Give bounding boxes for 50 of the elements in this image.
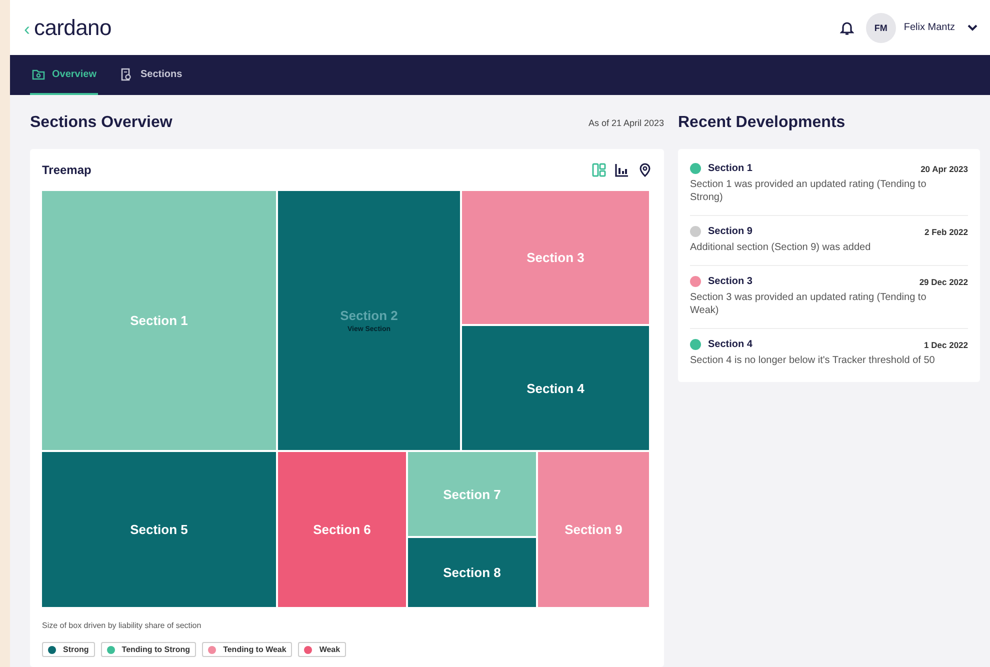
section-title: Sections Overview (30, 114, 172, 132)
treemap-tile[interactable]: Section 3 (462, 191, 649, 324)
treemap-tile[interactable]: Section 1 (42, 191, 276, 450)
card-title: Treemap (42, 163, 92, 177)
event-date: 1 Dec 2022 (924, 340, 968, 350)
back-button[interactable]: ‹ (24, 18, 30, 40)
legend-label: Tending to Weak (223, 645, 286, 654)
legend-label: Tending to Strong (122, 645, 190, 654)
tile-label: Section 9 (564, 522, 622, 537)
tile-label: Section 4 (526, 380, 584, 396)
tile-label: Section 1 (130, 313, 188, 328)
event-text: Section 1 was provided an updated rating (Tending to Strong) (690, 178, 928, 204)
tile-label: Section 5 (130, 522, 188, 537)
nav-tab[interactable]: Sections (118, 55, 184, 95)
as-of-date: As of 21 April 2023 (588, 118, 664, 128)
treemap-tile[interactable]: Section 5 (42, 452, 276, 607)
treemap-tile[interactable]: Section 4 (462, 326, 649, 450)
tile-label: Section 2 (340, 308, 398, 323)
legend-label: Weak (319, 645, 340, 654)
event-date: 29 Dec 2022 (919, 276, 968, 286)
treemap-tile[interactable]: Section 8 (408, 538, 536, 607)
tile-label: Section 3 (526, 250, 584, 265)
panel-title: Recent Developments (678, 113, 846, 133)
logo: cardano (34, 14, 112, 40)
treemap-note: Size of box driven by liability share of section (42, 621, 202, 630)
event-section: Section 3 (708, 276, 912, 287)
map-pin-icon[interactable] (638, 163, 652, 177)
event-text: Additional section (Section 9) was added (690, 241, 872, 254)
event-date: 20 Apr 2023 (920, 164, 968, 174)
tile-label: Section 6 (313, 522, 371, 537)
nav-tab[interactable]: Overview (30, 55, 98, 95)
chevron-down-icon (967, 24, 978, 32)
event-section: Section 4 (708, 339, 918, 350)
document-icon (120, 68, 134, 80)
treemap-tile[interactable]: Section 9 (538, 452, 649, 607)
bell-icon[interactable] (840, 20, 854, 36)
tile-label: Section 8 (443, 565, 501, 580)
treemap-tile[interactable]: Section 7 (408, 452, 536, 536)
avatar: FM (866, 12, 896, 42)
event-text: Section 4 is no longer below it's Tracker threshold of 50 (690, 354, 936, 367)
event-date: 2 Feb 2022 (924, 226, 968, 236)
user-menu[interactable]: FM Felix Mantz (866, 12, 978, 42)
tile-label: Section 7 (443, 486, 501, 502)
event-section: Section 1 (708, 163, 914, 174)
folder-icon (32, 68, 45, 80)
bar-chart-icon[interactable] (615, 163, 629, 177)
event-section: Section 9 (708, 226, 918, 237)
legend-label: Strong (63, 645, 89, 654)
treemap-tile[interactable]: Section 6 (278, 452, 406, 607)
event-text: Section 3 was provided an updated rating (Tending to Weak) (690, 291, 928, 317)
